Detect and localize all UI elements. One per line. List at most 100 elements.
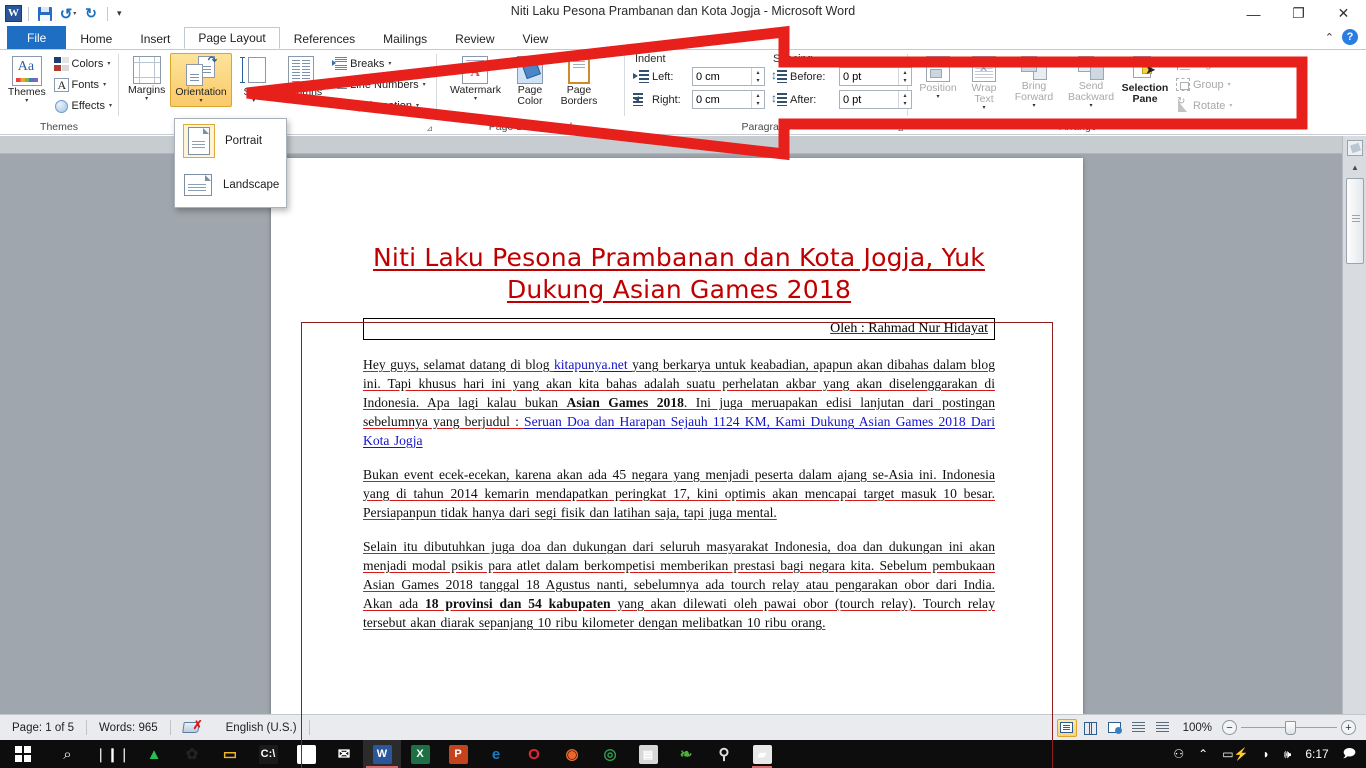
tab-view[interactable]: View (509, 27, 563, 49)
themes-caret-icon[interactable]: ▾ (25, 98, 28, 104)
taskbar-command-prompt-icon[interactable]: C:\ (249, 740, 287, 768)
clock[interactable]: 6:17 (1299, 740, 1334, 768)
page-setup-dialog-launcher[interactable]: ⊿ (426, 121, 433, 136)
watermark-caret-icon[interactable]: ▾ (474, 96, 477, 102)
margins-button[interactable]: Margins ▾ (123, 53, 170, 105)
collapse-ribbon-icon[interactable]: ⌃ (1325, 31, 1334, 44)
document-body[interactable]: Niti Laku Pesona Prambanan dan Kota Jogj… (363, 242, 995, 632)
language-indicator[interactable]: English (U.S.) (214, 718, 309, 738)
size-caret-icon[interactable]: ▾ (252, 98, 255, 104)
view-draft-button[interactable] (1153, 719, 1173, 737)
group-caret-icon[interactable]: ▾ (1228, 81, 1231, 88)
close-button[interactable]: ✕ (1321, 0, 1366, 27)
scroll-up-button[interactable]: ▲ (1343, 158, 1366, 176)
indent-left-down-icon[interactable]: ▾ (752, 77, 764, 86)
word-count[interactable]: Words: 965 (87, 718, 170, 738)
indent-right-input[interactable] (693, 91, 751, 108)
theme-fonts-caret-icon[interactable]: ▾ (103, 81, 106, 88)
rotate-caret-icon[interactable]: ▾ (1229, 102, 1232, 109)
page-borders-button[interactable]: Page Borders (554, 53, 604, 110)
action-center-icon[interactable]: 🗩 (1337, 740, 1362, 768)
search-button[interactable]: ⌕ (45, 740, 90, 768)
taskbar-plant-app-icon[interactable]: ❧ (667, 740, 705, 768)
watermark-button[interactable]: Watermark ▾ (445, 53, 506, 105)
start-button[interactable] (0, 740, 45, 768)
taskbar-mail-icon[interactable]: ✉ (325, 740, 363, 768)
tab-home[interactable]: Home (66, 27, 126, 49)
taskbar-opera-icon[interactable]: O (515, 740, 553, 768)
proofing-status[interactable]: ✗ (171, 718, 214, 738)
browse-object-icon[interactable] (1346, 140, 1363, 156)
orientation-dropdown-menu[interactable]: Portrait Landscape (174, 118, 287, 208)
indent-right-stepper[interactable]: ▴▾ (692, 90, 765, 109)
orientation-button[interactable]: ↷ Orientation ▾ (170, 53, 232, 107)
people-icon[interactable]: ⚇ (1167, 740, 1190, 768)
volume-icon[interactable]: 🕪 (1278, 740, 1298, 768)
send-backward-button[interactable]: Send Backward ▾ (1062, 53, 1120, 112)
group-button[interactable]: Group ▾ (1174, 74, 1234, 95)
restore-button[interactable]: ❐ (1276, 0, 1321, 27)
page-color-button[interactable]: Page Color (506, 53, 554, 110)
theme-colors-button[interactable]: Colors ▾ (52, 53, 114, 74)
tab-file[interactable]: File (7, 26, 67, 49)
scrollbar-thumb[interactable] (1345, 178, 1364, 264)
spacing-after-stepper[interactable]: ▴▾ (839, 90, 912, 109)
columns-caret-icon[interactable]: ▾ (300, 98, 303, 104)
margins-caret-icon[interactable]: ▾ (145, 96, 148, 102)
orientation-caret-icon[interactable]: ▾ (200, 98, 203, 104)
indent-left-input[interactable] (693, 68, 751, 85)
hyperlink[interactable]: kitapunya.net (554, 357, 632, 372)
indent-left-stepper[interactable]: ▴▾ (692, 67, 765, 86)
taskbar-microsoft-store-icon[interactable]: ▦ (287, 740, 325, 768)
minimize-button[interactable]: — (1231, 0, 1276, 27)
wrap-text-button[interactable]: Wrap Text ▾ (962, 53, 1006, 114)
align-button[interactable]: Align ▾ (1174, 53, 1234, 74)
tab-insert[interactable]: Insert (126, 27, 184, 49)
rotate-button[interactable]: Rotate ▾ (1174, 95, 1234, 116)
themes-button[interactable]: Themes ▾ (4, 53, 50, 107)
wifi-icon[interactable]: ◗ (1257, 740, 1276, 768)
hyphenation-caret-icon[interactable]: ▾ (416, 102, 419, 109)
spacing-before-stepper[interactable]: ▴▾ (839, 67, 912, 86)
spacing-after-input[interactable] (840, 91, 898, 108)
size-button[interactable]: Size ▾ (232, 53, 276, 107)
indent-right-down-icon[interactable]: ▾ (752, 100, 764, 109)
hyphenation-button[interactable]: Hyphenation ▾ (330, 95, 428, 116)
columns-button[interactable]: Columns ▾ (276, 53, 327, 107)
taskbar-drive-icon[interactable]: ▲ (135, 740, 173, 768)
taskbar-edge-icon[interactable]: e (477, 740, 515, 768)
taskbar-chrome-icon[interactable]: ◎ (591, 740, 629, 768)
bring-forward-caret-icon[interactable]: ▾ (1032, 103, 1035, 109)
taskbar-word-icon[interactable]: W (363, 740, 401, 768)
theme-fonts-button[interactable]: Fonts ▾ (52, 74, 114, 95)
zoom-slider[interactable] (1241, 720, 1337, 735)
document-page[interactable]: Niti Laku Pesona Prambanan dan Kota Jogj… (271, 158, 1083, 768)
position-button[interactable]: Position ▾ (914, 53, 962, 103)
orientation-option-landscape[interactable]: Landscape (175, 163, 286, 207)
vertical-scrollbar[interactable]: ▲ (1342, 136, 1366, 714)
theme-colors-caret-icon[interactable]: ▾ (107, 60, 110, 67)
theme-effects-button[interactable]: Effects ▾ (52, 95, 114, 116)
view-outline-button[interactable] (1129, 719, 1149, 737)
breaks-caret-icon[interactable]: ▾ (388, 60, 391, 67)
task-view-button[interactable]: ❘❙❘ (90, 740, 135, 768)
battery-icon[interactable]: ▭⚡ (1216, 740, 1254, 768)
taskbar-excel-icon[interactable]: X (401, 740, 439, 768)
taskbar-settings-icon[interactable]: ✿ (173, 740, 211, 768)
show-hidden-icons-button[interactable]: ⌃ (1192, 740, 1214, 768)
zoom-out-button[interactable]: − (1222, 720, 1237, 735)
paragraph-dialog-launcher[interactable]: ⊿ (897, 121, 904, 136)
spacing-before-input[interactable] (840, 68, 898, 85)
tab-references[interactable]: References (280, 27, 369, 49)
position-caret-icon[interactable]: ▾ (936, 94, 939, 100)
zoom-level[interactable]: 100% (1177, 722, 1218, 734)
tab-mailings[interactable]: Mailings (369, 27, 441, 49)
indent-right-up-icon[interactable]: ▴ (752, 91, 764, 100)
taskbar-sticky-notes-icon[interactable]: ▰ (743, 740, 781, 768)
zoom-in-button[interactable]: + (1341, 720, 1356, 735)
selection-pane-button[interactable]: ➤ Selection Pane (1120, 53, 1170, 108)
taskbar-file-explorer-icon[interactable]: ▭ (211, 740, 249, 768)
send-backward-caret-icon[interactable]: ▾ (1089, 103, 1092, 109)
line-numbers-caret-icon[interactable]: ▾ (423, 81, 426, 88)
help-icon[interactable]: ? (1342, 29, 1358, 45)
